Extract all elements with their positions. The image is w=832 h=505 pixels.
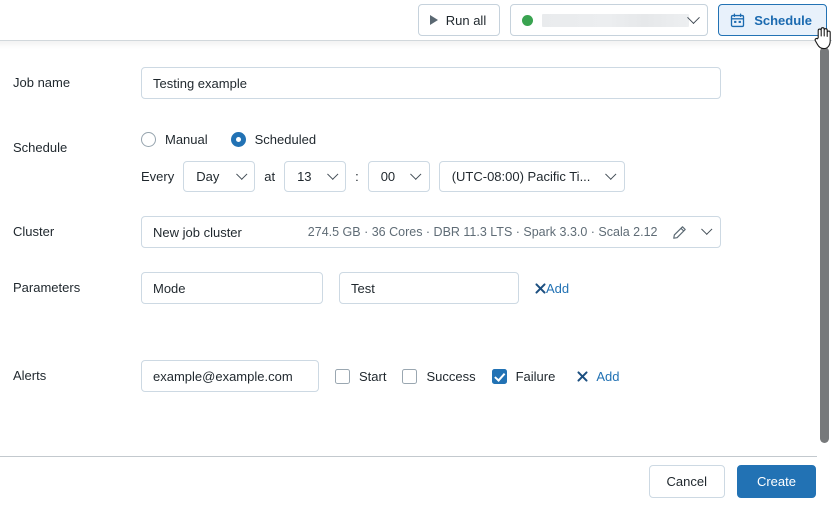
alert-checkbox-start[interactable]: Start — [335, 368, 387, 384]
radio-option-scheduled[interactable]: Scheduled — [230, 131, 317, 147]
minute-select[interactable]: 00 — [367, 161, 430, 192]
radio-scheduled-icon — [230, 131, 246, 147]
panel-scrollbar-thumb[interactable] — [820, 47, 829, 443]
alerts-row: Alerts example@example.com Start Success — [0, 360, 810, 392]
chevron-down-icon — [687, 10, 701, 24]
chevron-down-icon — [327, 168, 338, 179]
parameters-body: Mode Test Add — [141, 272, 810, 304]
at-word: at — [264, 169, 276, 184]
chevron-down-icon — [410, 168, 422, 179]
schedule-panel: Job name Testing example Schedule Manual… — [0, 40, 832, 505]
parameters-row: Parameters Mode Test Add — [0, 272, 810, 304]
schedule-button-label: Schedule — [754, 12, 812, 28]
parameter-key-input[interactable]: Mode — [141, 272, 323, 304]
parameters-add-link[interactable]: Add — [535, 281, 569, 296]
radio-manual-icon — [141, 131, 156, 147]
cluster-selector-content — [522, 13, 690, 27]
hour-select[interactable]: 13 — [284, 161, 347, 192]
alert-email-input[interactable]: example@example.com — [141, 360, 319, 392]
time-colon: : — [355, 169, 359, 184]
parameter-entry: Mode Test Add — [141, 272, 810, 304]
schedule-label: Schedule — [13, 140, 68, 155]
cluster-row: Cluster New job cluster 274.5 GB · 36 Co… — [0, 216, 810, 248]
run-all-button[interactable]: Run all — [417, 4, 501, 36]
every-word: Every — [141, 169, 175, 184]
schedule-frequency-line: Every Day at 13 : 00 (UTC-08:00) Pacific… — [141, 161, 810, 192]
hour-select-value: 13 — [297, 169, 312, 184]
job-name-body: Testing example — [141, 67, 810, 99]
chevron-down-icon — [236, 168, 247, 179]
cluster-picker[interactable]: New job cluster 274.5 GB · 36 Cores · DB… — [141, 216, 721, 248]
alert-checkbox-success[interactable]: Success — [402, 368, 476, 384]
alert-success-label: Success — [426, 368, 476, 384]
checkbox-failure-icon — [491, 368, 507, 384]
panel-footer: Cancel Create — [0, 456, 832, 505]
cluster-selector-dropdown[interactable] — [510, 4, 709, 36]
job-name-label: Job name — [13, 75, 71, 90]
cluster-name: New job cluster — [153, 224, 242, 240]
frequency-select[interactable]: Day — [183, 161, 256, 192]
calendar-icon — [731, 12, 745, 27]
parameters-label: Parameters — [13, 280, 81, 295]
close-x-icon — [577, 370, 588, 382]
job-name-input[interactable]: Testing example — [141, 67, 721, 99]
radio-scheduled-label: Scheduled — [254, 131, 317, 147]
alerts-label: Alerts — [13, 368, 47, 383]
close-x-icon — [535, 282, 546, 294]
parameters-add-label: Add — [546, 280, 570, 296]
frequency-select-value: Day — [196, 169, 220, 184]
alerts-add-label: Add — [596, 368, 620, 384]
status-dot-green-icon — [522, 14, 534, 26]
checkbox-start-icon — [335, 368, 350, 384]
create-button[interactable]: Create — [736, 464, 816, 498]
cluster-specs: 274.5 GB · 36 Cores · DBR 11.3 LTS · Spa… — [307, 225, 658, 239]
minute-select-value: 00 — [380, 169, 396, 184]
timezone-select-value: (UTC-08:00) Pacific Ti... — [451, 169, 591, 184]
timezone-select[interactable]: (UTC-08:00) Pacific Ti... — [438, 161, 625, 192]
schedule-form: Job name Testing example Schedule Manual… — [0, 41, 810, 455]
cluster-selector-value-redacted — [542, 13, 690, 27]
alert-checkbox-failure[interactable]: Failure — [491, 368, 556, 384]
cluster-label: Cluster — [13, 224, 55, 239]
alerts-body: example@example.com Start Success Failur… — [141, 360, 810, 392]
radio-option-manual[interactable]: Manual — [141, 131, 208, 147]
pencil-icon[interactable] — [672, 225, 687, 240]
checkbox-success-icon — [402, 368, 418, 384]
schedule-body: Manual Scheduled Every Day at 13: 00 (U… — [141, 123, 810, 192]
top-toolbar: Run all Schedule — [0, 0, 832, 40]
alert-failure-label: Failure — [515, 368, 556, 384]
schedule-button[interactable]: Schedule — [718, 4, 827, 36]
chevron-down-icon[interactable] — [700, 223, 712, 235]
alerts-add-link[interactable]: Add — [577, 368, 620, 384]
schedule-mode-radiogroup: Manual Scheduled — [141, 123, 810, 155]
cancel-button[interactable]: Cancel — [648, 464, 725, 498]
parameter-value-input[interactable]: Test — [339, 272, 519, 304]
radio-manual-label: Manual — [165, 131, 208, 147]
play-icon — [429, 15, 438, 25]
chevron-down-icon — [605, 168, 617, 179]
job-name-row: Job name Testing example — [0, 67, 810, 99]
alert-start-label: Start — [359, 368, 387, 384]
run-all-label: Run all — [445, 12, 487, 28]
cluster-body: New job cluster 274.5 GB · 36 Cores · DB… — [141, 216, 810, 248]
alert-entry: example@example.com Start Success Failur… — [141, 360, 810, 392]
schedule-row: Schedule Manual Scheduled Every Day at 1… — [0, 123, 810, 192]
